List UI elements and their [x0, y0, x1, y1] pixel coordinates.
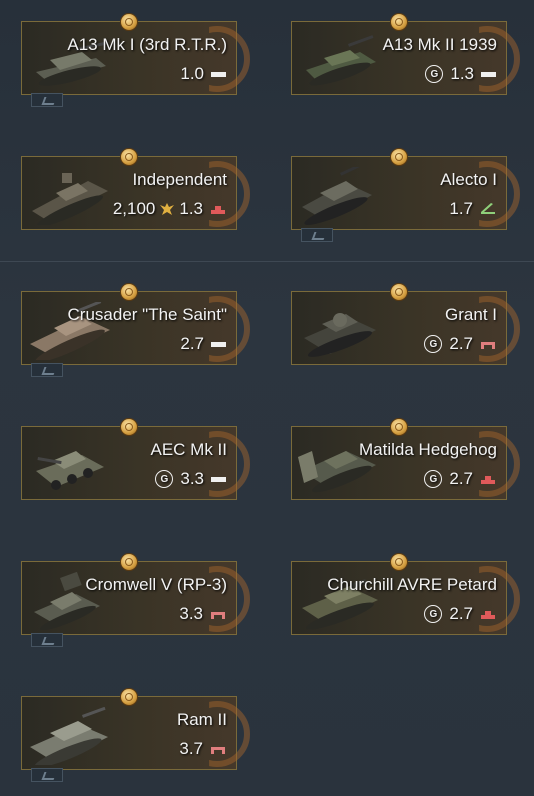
vehicle-card-a13-mk2[interactable]: A13 Mk II 1939 G 1.3 — [291, 13, 520, 95]
tank-image-icon — [30, 707, 108, 765]
rank-bar-icon — [211, 71, 226, 77]
vehicle-card-ram2[interactable]: Ram II 3.7 — [21, 688, 250, 770]
tank-image-icon — [304, 313, 376, 357]
vehicle-name: AEC Mk II — [150, 440, 227, 459]
battle-rating: 2.7 — [449, 604, 473, 623]
battle-rating: 2.7 — [449, 469, 473, 488]
vehicle-stats: 2,100 1.3 — [113, 199, 226, 219]
premium-badge-icon — [120, 283, 138, 301]
battle-rating: 1.3 — [179, 199, 203, 218]
battle-rating: 2.7 — [449, 334, 473, 353]
vehicle-type-tag-icon — [31, 93, 63, 107]
vehicle-card-cromwell-rp3[interactable]: Cromwell V (RP-3) 3.3 — [21, 553, 250, 635]
battle-rating: 1.0 — [180, 64, 204, 83]
rank-bar-icon — [211, 476, 226, 482]
premium-badge-icon — [390, 418, 408, 436]
price-value: 2,100 — [112, 199, 156, 218]
battle-rating: 1.7 — [449, 199, 473, 218]
rank-medium-icon — [211, 747, 225, 754]
premium-badge-icon — [120, 418, 138, 436]
vehicle-stats: 1.7 — [449, 199, 496, 219]
golden-eagle-icon: G — [155, 470, 174, 488]
premium-badge-icon — [120, 148, 138, 166]
premium-badge-icon — [120, 688, 138, 706]
rank-heavy-icon — [481, 611, 495, 619]
vehicle-card-aec-mk2[interactable]: AEC Mk II G 3.3 — [21, 418, 250, 500]
tank-image-icon — [32, 173, 108, 225]
vehicle-card-independent[interactable]: Independent 2,100 1.3 — [21, 148, 250, 230]
vehicle-name: Matilda Hedgehog — [359, 440, 497, 459]
tank-image-icon — [306, 35, 376, 86]
golden-eagle-icon: G — [425, 65, 444, 83]
vehicle-stats: G 3.3 — [155, 469, 226, 489]
battle-rating: 1.3 — [450, 64, 474, 83]
rank-bar-icon — [211, 341, 226, 347]
vehicle-name: A13 Mk II 1939 — [382, 35, 497, 54]
battle-rating: 3.3 — [180, 469, 204, 488]
premium-badge-icon — [390, 13, 408, 31]
vehicle-name: Alecto I — [440, 170, 497, 189]
battle-rating: 3.3 — [179, 604, 203, 623]
vehicle-type-tag-icon — [31, 633, 63, 647]
rank-spaa-icon — [481, 203, 495, 214]
premium-badge-icon — [120, 13, 138, 31]
premium-badge-icon — [390, 148, 408, 166]
vehicle-name: A13 Mk I (3rd R.T.R.) — [67, 35, 227, 54]
vehicle-stats: 3.7 — [179, 739, 226, 759]
vehicle-stats: G 1.3 — [425, 64, 496, 84]
golden-eagle-icon: G — [424, 605, 443, 623]
vehicle-name: Grant I — [445, 305, 497, 324]
vehicle-card-a13-mk1[interactable]: A13 Mk I (3rd R.T.R.) 1.0 — [21, 13, 250, 95]
vehicle-stats: 3.3 — [179, 604, 226, 624]
vehicle-card-crusader-saint[interactable]: Crusader "The Saint" 2.7 — [21, 283, 250, 365]
tank-image-icon — [36, 451, 104, 490]
battle-rating: 3.7 — [179, 739, 203, 758]
vehicle-type-tag-icon — [31, 768, 63, 782]
battle-rating: 2.7 — [180, 334, 204, 353]
vehicle-stats: 1.0 — [180, 64, 226, 84]
vehicle-card-grant[interactable]: Grant I G 2.7 — [291, 283, 520, 365]
vehicle-stats: G 2.7 — [424, 334, 496, 354]
golden-eagle-icon: G — [424, 335, 443, 353]
vehicle-name: Independent — [132, 170, 227, 189]
vehicle-name: Ram II — [176, 710, 227, 729]
rank-heavy-icon — [211, 206, 225, 214]
vehicle-card-matilda-hedgehog[interactable]: Matilda Hedgehog G 2.7 — [291, 418, 520, 500]
premium-badge-icon — [390, 283, 408, 301]
rank-medium-icon — [481, 342, 495, 349]
vehicle-name: Cromwell V (RP-3) — [85, 575, 227, 594]
vehicle-name: Crusader "The Saint" — [67, 305, 227, 324]
golden-eagle-currency-icon — [160, 203, 175, 215]
vehicle-stats: 2.7 — [180, 334, 226, 354]
vehicle-type-tag-icon — [301, 228, 333, 242]
premium-badge-icon — [120, 553, 138, 571]
tank-image-icon — [302, 167, 372, 225]
rank-bar-icon — [481, 71, 496, 77]
premium-badge-icon — [390, 553, 408, 571]
vehicle-stats: G 2.7 — [424, 469, 496, 489]
rank-heavy-icon — [481, 476, 495, 484]
rank-medium-icon — [211, 612, 225, 619]
vehicle-stats: G 2.7 — [424, 604, 496, 624]
section-divider — [0, 261, 534, 262]
vehicle-type-tag-icon — [31, 363, 63, 377]
vehicle-card-alecto[interactable]: Alecto I 1.7 — [291, 148, 520, 230]
vehicle-name: Churchill AVRE Petard — [327, 575, 497, 594]
vehicle-card-churchill-avre-petard[interactable]: Churchill AVRE Petard G 2.7 — [291, 553, 520, 635]
golden-eagle-icon: G — [424, 470, 443, 488]
